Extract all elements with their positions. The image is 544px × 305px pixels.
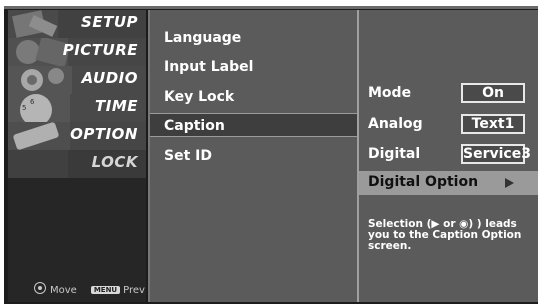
hint-move-label: Move [50,285,77,296]
svg-text:6: 6 [30,98,35,106]
menu-label-time: TIME [95,97,138,115]
menu-label-lock: LOCK [91,153,138,171]
submenu-item-key-lock[interactable]: Key Lock [150,85,357,109]
caption-panel: Mode On Analog Text1 Digital Service3 Di… [357,10,538,302]
top-border [4,6,538,9]
menu-item-time[interactable]: 5 6 TIME [8,94,146,122]
menu-label-audio: AUDIO [81,69,138,87]
navigation-pad-icon [34,282,46,294]
menu-item-lock[interactable]: LOCK [8,150,146,178]
menu-label-picture: PICTURE [62,41,138,59]
option-submenu: Language Input Label Key Lock Caption Se… [148,10,357,302]
caption-mode-row[interactable]: Mode On [359,82,538,106]
submenu-item-input-label[interactable]: Input Label [150,55,357,79]
submenu-item-set-id[interactable]: Set ID [150,144,357,168]
menu-label-setup: SETUP [81,13,138,31]
menu-item-picture[interactable]: PICTURE [8,38,146,66]
navigation-hint: Move MENU Prev [34,282,145,296]
menu-label-option: OPTION [70,125,138,143]
caption-digital-value[interactable]: Service3 [461,144,531,164]
caption-mode-value[interactable]: On [461,83,525,103]
right-arrow-icon [505,178,514,188]
digital-option-label: Digital Option [368,174,479,190]
submenu-item-language[interactable]: Language [150,26,357,50]
menu-item-option[interactable]: OPTION [8,122,146,150]
menu-item-setup[interactable]: SETUP [8,10,146,38]
help-text: Selection (▶ or ◉) ) leads you to the Ca… [368,218,522,252]
svg-text:5: 5 [22,104,26,112]
caption-digital-label: Digital [368,146,421,162]
menu-key-badge: MENU [90,286,121,294]
digital-option-row[interactable]: Digital Option [359,171,538,195]
caption-digital-row[interactable]: Digital Service3 [359,143,538,167]
menu-item-audio[interactable]: AUDIO [8,66,146,94]
caption-analog-label: Analog [368,116,423,132]
caption-mode-label: Mode [368,85,412,101]
caption-analog-row[interactable]: Analog Text1 [359,113,538,137]
caption-analog-value[interactable]: Text1 [461,114,525,134]
hint-prev-label: Prev [123,285,145,296]
submenu-item-caption[interactable]: Caption [150,113,357,137]
main-menu: SETUP PICTURE AUDIO 5 6 TIME OPTION LOCK… [8,10,146,302]
